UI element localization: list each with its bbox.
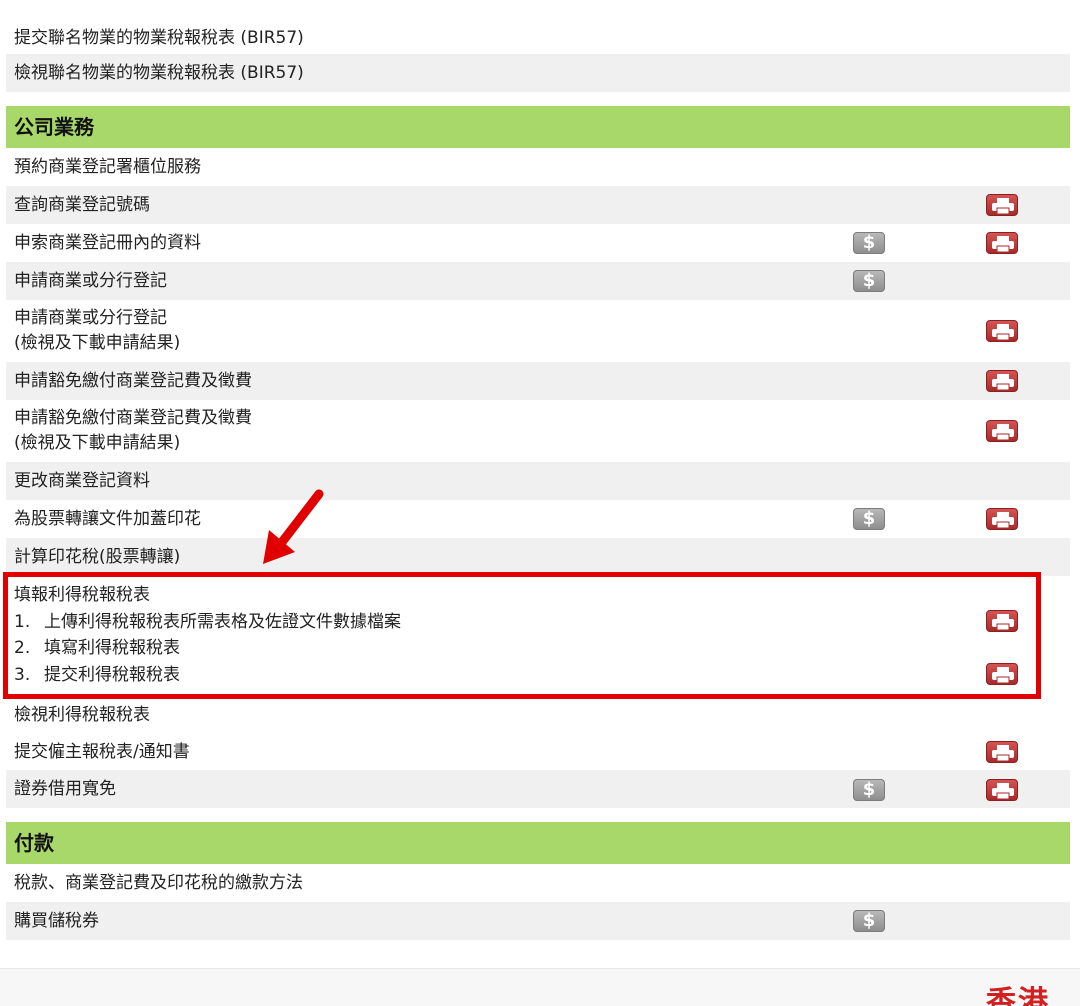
red-arrow-icon (263, 489, 324, 564)
service-label: 提交聯名物業的物業稅報稅表 (BIR57) (14, 27, 304, 48)
section-header-payment: 付款 (6, 822, 1070, 864)
service-label: 稅款、商業登記費及印花稅的繳款方法 (14, 872, 303, 893)
service-row-search-br-number[interactable]: 查詢商業登記號碼 (6, 186, 1070, 224)
service-label: 更改商業登記資料 (14, 470, 150, 491)
payment-dollar-icon[interactable]: $ (853, 910, 885, 932)
printer-icon[interactable] (986, 741, 1018, 763)
step-label: 上傳利得稅報稅表所需表格及佐證文件數據檔案 (44, 611, 401, 632)
service-row-view-profits-tax[interactable]: 檢視利得稅報稅表 (6, 696, 1070, 734)
service-row-calc-stamp-duty[interactable]: 計算印花稅(股票轉讓) (6, 538, 1070, 576)
printer-icon[interactable] (986, 508, 1018, 530)
step-number: 1. (14, 611, 31, 632)
printer-icon[interactable] (986, 420, 1018, 442)
service-row-buy-tax-reserve[interactable]: 購買儲稅券 (6, 902, 1070, 940)
step-label: 提交利得稅報稅表 (44, 664, 180, 685)
printer-icon[interactable] (986, 663, 1018, 685)
service-row-employer-return[interactable]: 提交僱主報稅表/通知書 (6, 734, 1070, 770)
section-header-company-business: 公司業務 (6, 106, 1070, 148)
service-label: 檢視利得稅報稅表 (14, 704, 150, 725)
service-label: 計算印花稅(股票轉讓) (14, 546, 181, 567)
service-label: 證券借用寬免 (14, 778, 116, 799)
service-row-stamp-transfer-docs[interactable]: 為股票轉讓文件加蓋印花 (6, 500, 1070, 538)
service-row-payment-methods[interactable]: 稅款、商業登記費及印花稅的繳款方法 (6, 864, 1070, 902)
service-row-submit-bir57[interactable]: 提交聯名物業的物業稅報稅表 (BIR57) (6, 22, 1070, 54)
step-number: 3. (14, 664, 31, 685)
service-row-stock-borrowing-relief[interactable]: 證券借用寬免 (6, 770, 1070, 808)
service-label: 申請商業或分行登記 (14, 270, 167, 291)
service-row-book-counter[interactable]: 預約商業登記署櫃位服務 (6, 148, 1070, 186)
service-row-request-register-info[interactable]: 申索商業登記冊內的資料 (6, 224, 1070, 262)
service-sublabel: (檢視及下載申請結果) (14, 433, 181, 453)
service-label: 提交僱主報稅表/通知書 (14, 741, 190, 762)
service-row-change-br-info[interactable]: 更改商業登記資料 (6, 462, 1070, 500)
profits-tax-step-3[interactable]: 3. 提交利得稅報稅表 (14, 662, 1070, 689)
service-label: 檢視聯名物業的物業稅報稅表 (BIR57) (14, 62, 304, 83)
payment-dollar-icon[interactable]: $ (853, 270, 885, 292)
service-label: 預約商業登記署櫃位服務 (14, 156, 201, 177)
payment-dollar-icon[interactable]: $ (853, 232, 885, 254)
service-row-apply-registration[interactable]: 申請商業或分行登記 (6, 262, 1070, 300)
service-row-file-profits-tax[interactable]: 填報利得稅報稅表 1. 上傳利得稅報稅表所需表格及佐證文件數據檔案 2. 填寫利… (6, 580, 1070, 690)
step-label: 填寫利得稅報稅表 (44, 638, 180, 658)
service-label: 為股票轉讓文件加蓋印花 (14, 508, 201, 529)
service-label: 購買儲稅券 (14, 910, 99, 931)
footer-logo-text: 香港 (986, 985, 1050, 1006)
printer-icon[interactable] (986, 779, 1018, 801)
service-row-view-bir57[interactable]: 檢視聯名物業的物業稅報稅表 (BIR57) (6, 54, 1070, 92)
service-label: 申請豁免繳付商業登記費及徵費 (14, 408, 252, 428)
footer-strip: 香港 (0, 968, 1080, 1006)
service-label: 查詢商業登記號碼 (14, 194, 150, 215)
service-label: 申請商業或分行登記 (14, 308, 167, 328)
profits-tax-step-1[interactable]: 1. 上傳利得稅報稅表所需表格及佐證文件數據檔案 (14, 609, 1070, 636)
service-row-fee-exemption-results[interactable]: 申請豁免繳付商業登記費及徵費 (檢視及下載申請結果) (6, 400, 1070, 462)
payment-dollar-icon[interactable]: $ (853, 779, 885, 801)
service-sublabel: (檢視及下載申請結果) (14, 333, 181, 353)
printer-icon[interactable] (986, 194, 1018, 216)
service-list: 提交聯名物業的物業稅報稅表 (BIR57) 檢視聯名物業的物業稅報稅表 (BIR… (0, 0, 1080, 1006)
service-row-fee-exemption[interactable]: 申請豁免繳付商業登記費及徵費 (6, 362, 1070, 400)
payment-dollar-icon[interactable]: $ (853, 508, 885, 530)
printer-icon[interactable] (986, 232, 1018, 254)
service-row-apply-registration-results[interactable]: 申請商業或分行登記 (檢視及下載申請結果) (6, 300, 1070, 362)
printer-icon[interactable] (986, 370, 1018, 392)
printer-icon[interactable] (986, 610, 1018, 632)
service-label: 填報利得稅報稅表 (14, 585, 150, 605)
step-number: 2. (14, 638, 31, 658)
service-label: 申索商業登記冊內的資料 (14, 232, 201, 253)
printer-icon[interactable] (986, 320, 1018, 342)
profits-tax-step-2[interactable]: 2. 填寫利得稅報稅表 (14, 635, 1070, 662)
service-label: 申請豁免繳付商業登記費及徵費 (14, 370, 252, 391)
